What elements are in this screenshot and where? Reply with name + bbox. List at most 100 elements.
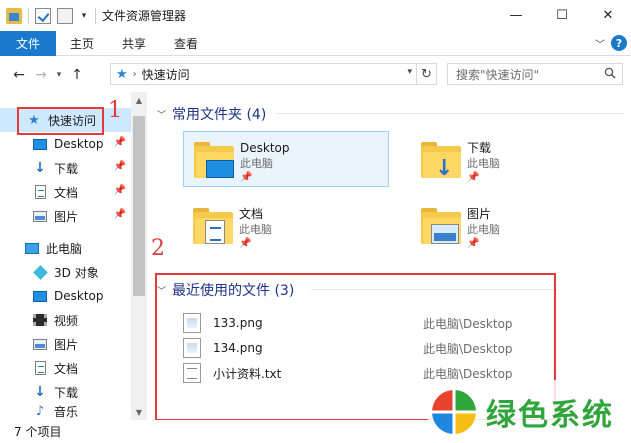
nav-item-label: 下载 xyxy=(54,385,79,400)
address-dropdown-icon[interactable]: ▾ xyxy=(407,67,412,77)
scroll-down-icon[interactable]: ▼ xyxy=(131,404,147,420)
downloads-folder-icon: ↓ xyxy=(419,138,463,182)
folder-tile-desktop[interactable]: Desktop 此电脑 📌 xyxy=(183,131,389,187)
back-button[interactable]: ← xyxy=(8,64,30,86)
3d-objects-icon xyxy=(32,264,48,280)
desktop-folder-icon xyxy=(192,138,236,182)
collapse-chevron-icon[interactable]: ﹀ xyxy=(157,108,166,121)
nav-item-this-pc[interactable]: 此电脑 xyxy=(0,236,132,260)
nav-item-downloads[interactable]: ↓ 下载 xyxy=(0,380,132,404)
refresh-button[interactable]: ↻ xyxy=(417,63,437,85)
search-input[interactable]: 搜索"快速访问" xyxy=(447,63,623,85)
tab-view[interactable]: 查看 xyxy=(160,31,212,56)
frequent-folders-header[interactable]: ﹀ 常用文件夹 (4) xyxy=(157,104,266,124)
quick-access-star-icon: ★ xyxy=(116,66,128,82)
tab-home[interactable]: 主页 xyxy=(56,31,108,56)
scroll-up-icon[interactable]: ▲ xyxy=(131,92,147,108)
pin-icon: 📌 xyxy=(113,185,126,196)
picture-icon xyxy=(32,336,48,352)
nav-item-label: 文档 xyxy=(54,185,79,200)
annotation-label-2: 2 xyxy=(151,236,165,261)
section-title: 常用文件夹 (4) xyxy=(172,107,267,123)
document-icon xyxy=(32,184,48,200)
nav-item-videos[interactable]: 视频 xyxy=(0,308,132,332)
forward-button[interactable]: → xyxy=(30,64,52,86)
breadcrumb-quick-access[interactable]: 快速访问 xyxy=(142,66,190,83)
nav-item-music[interactable]: ♪ 音乐 xyxy=(0,402,132,420)
nav-item-desktop-pinned[interactable]: Desktop 📌 xyxy=(0,132,132,156)
watermark-text: 绿色系统 xyxy=(486,397,614,433)
help-icon[interactable]: ? xyxy=(611,35,627,51)
maximize-button[interactable]: ☐ xyxy=(539,0,585,31)
pin-icon: 📌 xyxy=(467,238,480,249)
folder-location: 此电脑 xyxy=(240,157,273,170)
annotation-label-1: 1 xyxy=(108,98,122,123)
toolbar-divider xyxy=(28,7,29,24)
breadcrumb-chevron-icon[interactable]: › xyxy=(133,69,137,80)
desktop-icon xyxy=(32,288,48,304)
new-folder-icon[interactable] xyxy=(57,7,73,24)
music-icon: ♪ xyxy=(35,403,45,419)
scrollbar-thumb[interactable] xyxy=(133,116,145,296)
video-icon xyxy=(32,312,48,328)
window-title: 文件资源管理器 xyxy=(102,9,187,23)
nav-item-pictures[interactable]: 图片 xyxy=(0,332,132,356)
nav-item-label: 音乐 xyxy=(54,404,79,419)
nav-item-label: 文档 xyxy=(54,361,79,376)
quick-access-toolbar: ▾ xyxy=(0,0,89,31)
search-placeholder: 搜索"快速访问" xyxy=(456,67,540,82)
picture-icon xyxy=(32,208,48,224)
customize-toolbar-dropdown-icon[interactable]: ▾ xyxy=(79,11,89,21)
nav-item-documents[interactable]: 文档 xyxy=(0,356,132,380)
minimize-button[interactable]: — xyxy=(493,0,539,31)
title-divider xyxy=(95,7,96,24)
section-divider xyxy=(277,113,623,114)
address-row: ← → ▾ ↑ ★ › 快速访问 ▾ ↻ 搜索"快速访问" xyxy=(0,57,631,92)
nav-item-label: Desktop xyxy=(54,137,104,151)
nav-item-label: 图片 xyxy=(54,209,79,224)
folder-tile-pictures[interactable]: 图片 此电脑 📌 xyxy=(413,198,613,254)
nav-item-label: 3D 对象 xyxy=(54,265,99,280)
title-bar: ▾ 文件资源管理器 — ☐ ✕ xyxy=(0,0,631,31)
documents-folder-icon xyxy=(191,204,235,248)
nav-item-label: 视频 xyxy=(54,313,79,328)
properties-icon[interactable] xyxy=(35,7,51,24)
nav-item-label: 下载 xyxy=(54,161,79,176)
ribbon-tabs: 文件 主页 共享 查看 ﹀ ? xyxy=(0,30,631,56)
pin-icon: 📌 xyxy=(240,172,253,183)
item-count: 7 个项目 xyxy=(14,425,62,439)
folder-name: 图片 xyxy=(467,207,492,221)
expand-ribbon-icon[interactable]: ﹀ xyxy=(595,36,605,51)
close-button[interactable]: ✕ xyxy=(585,0,631,31)
nav-item-downloads-pinned[interactable]: ↓ 下载 📌 xyxy=(0,156,132,180)
pin-icon: 📌 xyxy=(467,172,480,183)
folder-location: 此电脑 xyxy=(239,223,272,236)
nav-item-label: Desktop xyxy=(54,289,104,303)
folder-name: 下载 xyxy=(467,141,492,155)
pin-icon: 📌 xyxy=(113,161,126,172)
download-icon: ↓ xyxy=(34,160,46,176)
download-icon: ↓ xyxy=(34,384,46,400)
document-icon xyxy=(32,360,48,376)
up-button[interactable]: ↑ xyxy=(66,64,88,86)
watermark: 绿色系统 xyxy=(428,380,631,443)
nav-item-label: 此电脑 xyxy=(46,241,83,256)
folder-tile-downloads[interactable]: ↓ 下载 此电脑 📌 xyxy=(413,132,613,188)
folder-location: 此电脑 xyxy=(467,157,500,170)
windows-logo-icon xyxy=(431,388,477,435)
pin-icon: 📌 xyxy=(239,238,252,249)
computer-icon xyxy=(24,240,40,256)
tab-share[interactable]: 共享 xyxy=(108,31,160,56)
nav-scrollbar[interactable]: ▲ ▼ xyxy=(131,92,147,420)
folder-location: 此电脑 xyxy=(467,223,500,236)
nav-item-documents-pinned[interactable]: 文档 📌 xyxy=(0,180,132,204)
address-bar[interactable]: ★ › 快速访问 ▾ xyxy=(110,63,417,85)
search-icon xyxy=(604,67,616,79)
folder-tile-documents[interactable]: 文档 此电脑 📌 xyxy=(183,198,389,254)
navigation-pane: ★ 快速访问 Desktop 📌 ↓ 下载 📌 文档 📌 图片 📌 此电脑 3D… xyxy=(0,92,147,420)
tab-file[interactable]: 文件 xyxy=(0,30,56,56)
nav-item-desktop[interactable]: Desktop xyxy=(0,284,132,308)
nav-item-3d-objects[interactable]: 3D 对象 xyxy=(0,260,132,284)
nav-item-pictures-pinned[interactable]: 图片 📌 xyxy=(0,204,132,228)
recent-locations-dropdown-icon[interactable]: ▾ xyxy=(52,64,66,86)
